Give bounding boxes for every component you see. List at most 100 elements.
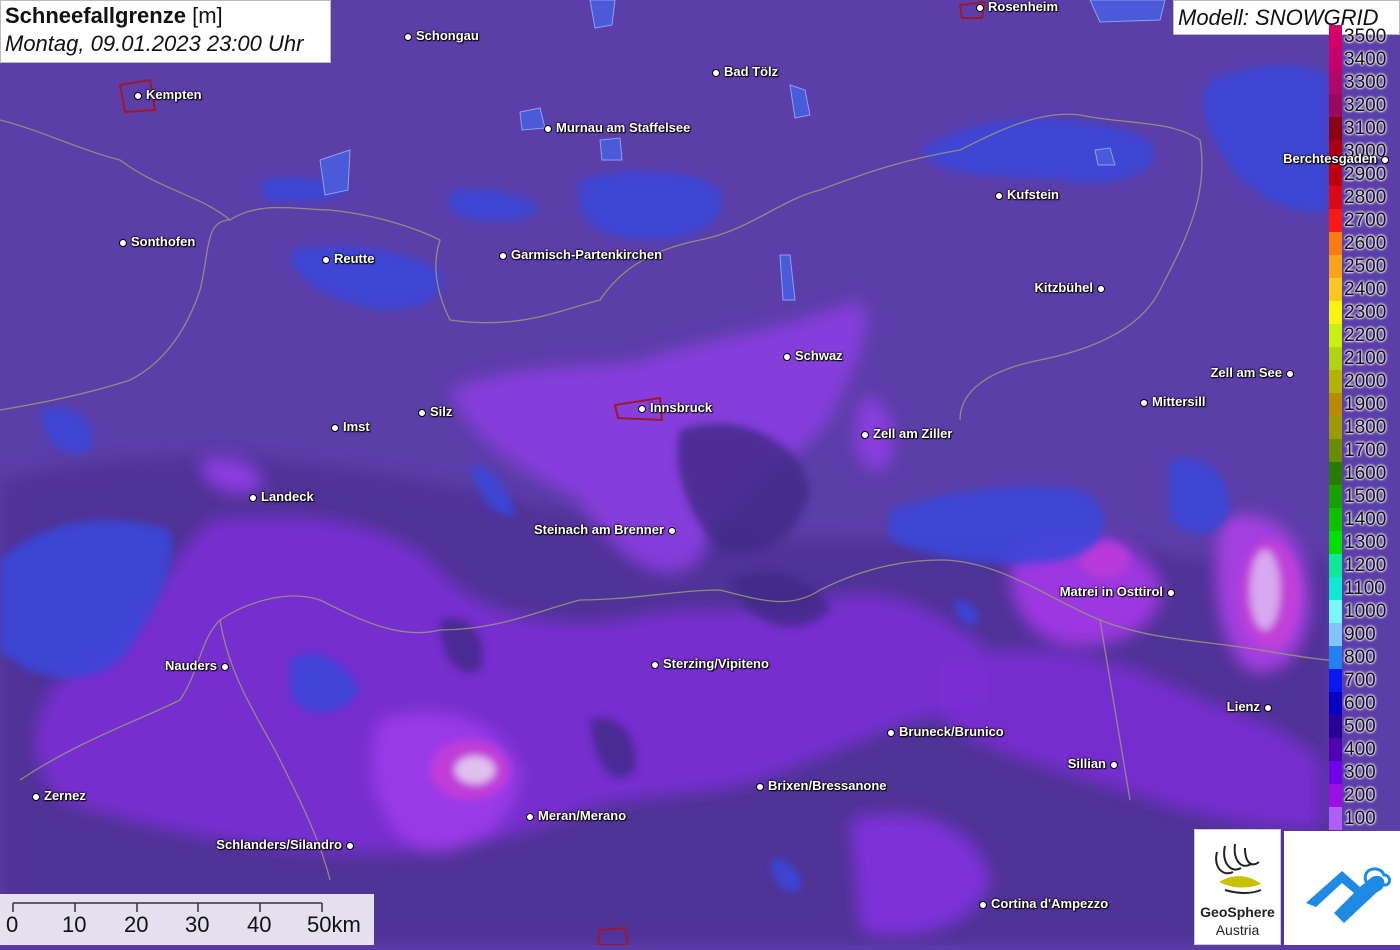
- city-label[interactable]: Innsbruck: [650, 400, 712, 415]
- city-dot: [32, 793, 40, 801]
- legend-row: 1500: [1329, 485, 1400, 508]
- city-label[interactable]: Sonthofen: [131, 234, 195, 249]
- city-label[interactable]: Zell am See: [1210, 365, 1282, 380]
- legend-label: 1300: [1344, 532, 1387, 553]
- city-dot: [499, 252, 507, 260]
- legend-label: 200: [1344, 785, 1376, 806]
- legend-row: 2400: [1329, 278, 1400, 301]
- legend-swatch: [1329, 761, 1342, 784]
- city-label[interactable]: Bruneck/Brunico: [899, 724, 1004, 739]
- legend-row: 2100: [1329, 347, 1400, 370]
- legend-label: 3200: [1344, 95, 1387, 116]
- legend-swatch: [1329, 807, 1342, 830]
- city-dot: [783, 353, 791, 361]
- weather-app-logo[interactable]: [1284, 831, 1400, 945]
- legend-swatch: [1329, 393, 1342, 416]
- legend-label: 300: [1344, 762, 1376, 783]
- city-dot: [331, 424, 339, 432]
- legend-swatch: [1329, 301, 1342, 324]
- city-label[interactable]: Zell am Ziller: [873, 426, 952, 441]
- legend-label: 500: [1344, 716, 1376, 737]
- city-label[interactable]: Kitzbühel: [1035, 280, 1094, 295]
- city-label[interactable]: Schongau: [416, 28, 479, 43]
- city-label[interactable]: Rosenheim: [988, 0, 1058, 14]
- legend-label: 100: [1344, 808, 1376, 829]
- legend-row: 200: [1329, 784, 1400, 807]
- legend-swatch: [1329, 71, 1342, 94]
- city-label[interactable]: Lienz: [1227, 699, 1260, 714]
- legend-label: 2600: [1344, 233, 1387, 254]
- legend-swatch: [1329, 439, 1342, 462]
- legend-row: 700: [1329, 669, 1400, 692]
- city-label[interactable]: Cortina d'Ampezzo: [991, 896, 1108, 911]
- legend-row: 1700: [1329, 439, 1400, 462]
- legend-row: 300: [1329, 761, 1400, 784]
- city-label[interactable]: Steinach am Brenner: [534, 522, 664, 537]
- city-dot: [418, 409, 426, 417]
- legend-row: 800: [1329, 646, 1400, 669]
- legend-swatch: [1329, 600, 1342, 623]
- city-dot: [346, 842, 354, 850]
- legend-label: 3300: [1344, 72, 1387, 93]
- city-label[interactable]: Imst: [343, 419, 370, 434]
- geosphere-name: GeoSphere: [1200, 904, 1275, 920]
- city-label[interactable]: Sterzing/Vipiteno: [663, 656, 769, 671]
- scale-label-30: 30: [185, 912, 210, 937]
- city-label[interactable]: Silz: [430, 404, 452, 419]
- city-label[interactable]: Schwaz: [795, 348, 843, 363]
- legend-swatch: [1329, 278, 1342, 301]
- city-label[interactable]: Schlanders/Silandro: [216, 837, 342, 852]
- city-label[interactable]: Matrei in Osttirol: [1060, 584, 1163, 599]
- scale-label-10: 10: [62, 912, 87, 937]
- scale-label-20: 20: [124, 912, 149, 937]
- legend-swatch: [1329, 554, 1342, 577]
- legend-row: 1900: [1329, 393, 1400, 416]
- city-dot: [1167, 589, 1175, 597]
- legend-row: 2300: [1329, 301, 1400, 324]
- city-label[interactable]: Murnau am Staffelsee: [556, 120, 690, 135]
- legend-label: 1000: [1344, 601, 1387, 622]
- legend-swatch: [1329, 692, 1342, 715]
- city-label[interactable]: Reutte: [334, 251, 374, 266]
- legend-label: 2400: [1344, 279, 1387, 300]
- city-label[interactable]: Kufstein: [1007, 187, 1059, 202]
- scale-label-40: 40: [247, 912, 272, 937]
- city-label[interactable]: Mittersill: [1152, 394, 1205, 409]
- city-label[interactable]: Landeck: [261, 489, 314, 504]
- legend-row: 1200: [1329, 554, 1400, 577]
- legend-row: 100: [1329, 807, 1400, 830]
- legend-label: 1900: [1344, 394, 1387, 415]
- legend-row: 1400: [1329, 508, 1400, 531]
- city-label[interactable]: Kempten: [146, 87, 202, 102]
- snowline-map[interactable]: [0, 0, 1400, 945]
- geosphere-logo[interactable]: GeoSphere Austria: [1194, 829, 1281, 945]
- city-label[interactable]: Zernez: [44, 788, 86, 803]
- city-label[interactable]: Sillian: [1068, 756, 1106, 771]
- legend-label: 2200: [1344, 325, 1387, 346]
- legend-label: 3400: [1344, 49, 1387, 70]
- geosphere-swirl-icon: [1215, 843, 1262, 894]
- legend-swatch: [1329, 25, 1342, 48]
- legend-swatch: [1329, 232, 1342, 255]
- legend-row: 3300: [1329, 71, 1400, 94]
- legend-swatch: [1329, 209, 1342, 232]
- city-label[interactable]: Meran/Merano: [538, 808, 626, 823]
- legend-swatch: [1329, 324, 1342, 347]
- city-dot: [404, 33, 412, 41]
- legend-row: 3100: [1329, 117, 1400, 140]
- city-label[interactable]: Nauders: [165, 658, 217, 673]
- city-label[interactable]: Bad Tölz: [724, 64, 778, 79]
- city-dot: [544, 125, 552, 133]
- legend-label: 1100: [1344, 578, 1385, 599]
- city-label[interactable]: Garmisch-Partenkirchen: [511, 247, 662, 262]
- legend-row: 3200: [1329, 94, 1400, 117]
- legend-swatch: [1329, 508, 1342, 531]
- city-label[interactable]: Berchtesgaden: [1283, 151, 1377, 166]
- cloud-arrow-icon: [1306, 867, 1392, 923]
- legend-row: 2200: [1329, 324, 1400, 347]
- city-label[interactable]: Brixen/Bressanone: [768, 778, 887, 793]
- legend-row: 400: [1329, 738, 1400, 761]
- city-dot: [1264, 704, 1272, 712]
- legend-swatch: [1329, 715, 1342, 738]
- city-dot: [1140, 399, 1148, 407]
